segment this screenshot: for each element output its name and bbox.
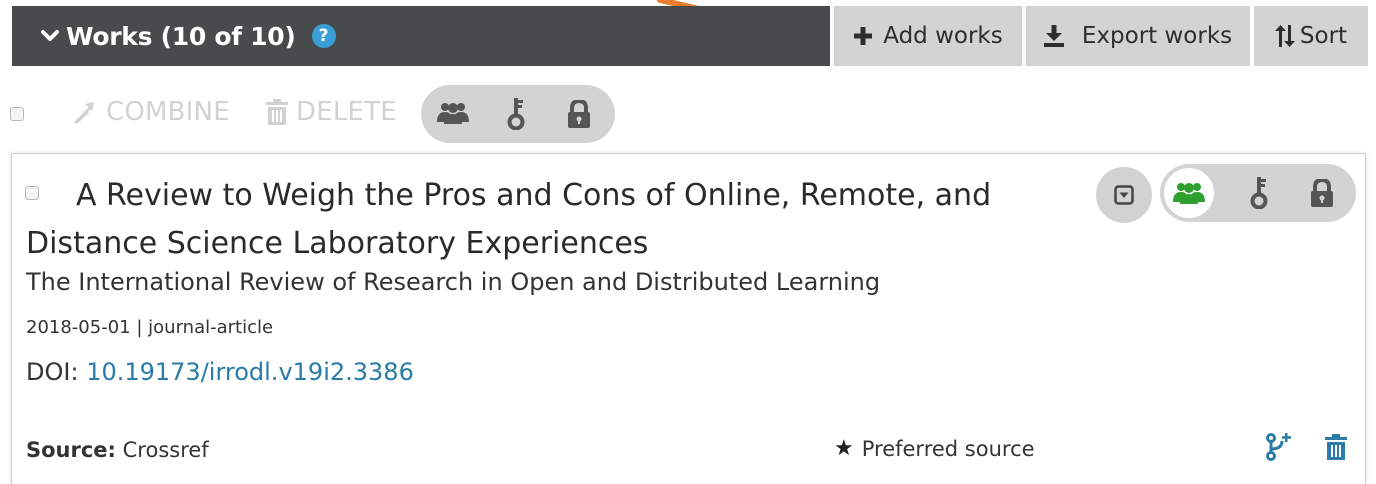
add-works-button[interactable]: Add works [834,6,1022,66]
trusted-parties-icon[interactable] [1248,177,1270,209]
sort-button[interactable]: Sort [1254,6,1368,66]
work-type: journal-article [148,317,274,338]
trusted-parties-icon[interactable] [505,98,527,130]
expand-details-button[interactable] [1096,167,1152,223]
combine-label: COMBINE [106,97,230,127]
lock-icon[interactable] [1310,179,1334,207]
works-header: Works (10 of 10) ? [12,6,830,66]
delete-work-icon[interactable] [1325,434,1347,460]
download-icon [1043,25,1064,47]
work-meta: 2018-05-01 | journal-article [26,317,273,338]
doi-row: DOI: 10.19173/irrodl.v19i2.3386 [26,358,414,386]
works-title[interactable]: Works (10 of 10) [66,22,296,51]
delete-label: DELETE [296,97,397,127]
source-name: Crossref [122,438,209,462]
export-works-button[interactable]: Export works [1026,6,1250,66]
star-icon: ★ [834,436,854,461]
combine-icon [72,100,98,124]
source-row: Source: Crossref [26,438,209,462]
source-label: Source: [26,438,116,462]
bulk-visibility-selector [421,85,615,143]
trash-icon [266,99,288,125]
everyone-icon[interactable] [437,102,469,124]
work-visibility-selector [1160,164,1356,222]
publication-date: 2018-05-01 [26,317,131,338]
work-title: A Review to Weigh the Pros and Cons of O… [26,178,992,261]
delete-button[interactable]: DELETE [266,97,397,127]
preferred-source: ★ Preferred source [834,436,1035,461]
merge-versions-icon[interactable] [1266,433,1292,461]
meta-separator: | [136,317,143,338]
work-item: A Review to Weigh the Pros and Cons of O… [11,153,1366,484]
combine-button[interactable]: COMBINE [72,97,230,127]
add-works-label: Add works [883,23,1003,49]
plus-icon [853,26,873,46]
journal-title: The International Review of Research in … [26,268,881,296]
caret-down-square-icon [1114,185,1134,205]
sort-icon [1274,25,1295,47]
export-works-label: Export works [1081,23,1233,49]
everyone-icon[interactable] [1164,168,1214,218]
doi-link[interactable]: 10.19173/irrodl.v19i2.3386 [86,358,414,386]
help-icon[interactable]: ? [311,24,336,48]
sort-label: Sort [1299,23,1348,49]
select-all-checkbox[interactable] [10,107,24,121]
preferred-source-label: Preferred source [861,436,1035,461]
doi-label: DOI: [26,358,79,386]
chevron-down-icon[interactable] [40,29,60,43]
lock-icon[interactable] [567,100,591,128]
